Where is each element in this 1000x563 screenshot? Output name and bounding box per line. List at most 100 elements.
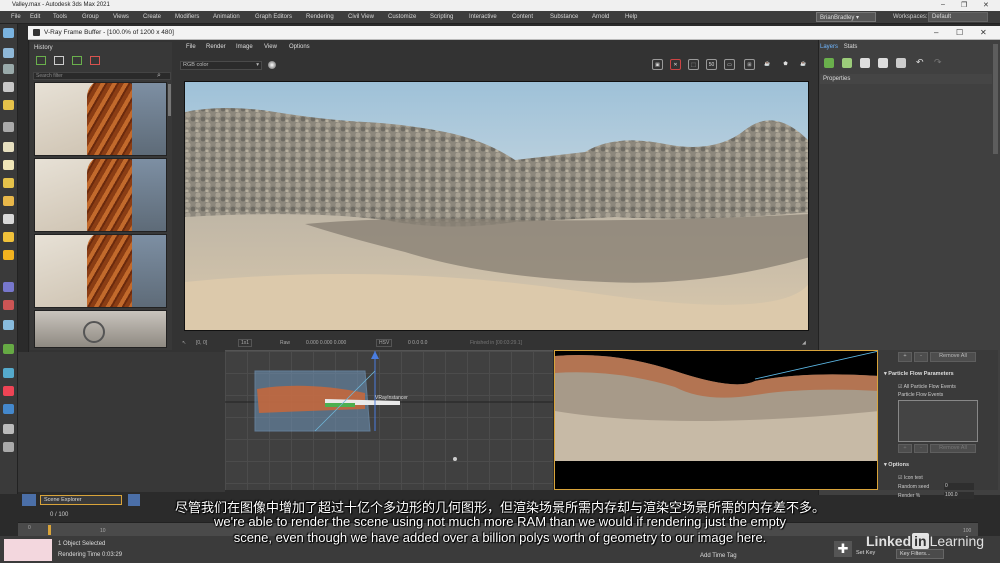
viewport-perspective[interactable]: [554, 350, 878, 490]
vfb-close-icon[interactable]: ✕: [980, 28, 987, 37]
history-search-input[interactable]: Search filter: [33, 72, 171, 80]
menu-interactive[interactable]: Interactive: [469, 14, 497, 20]
compare-icon[interactable]: 50: [706, 59, 717, 70]
color-mode-dropdown[interactable]: HSV: [376, 339, 393, 347]
menu-file[interactable]: File: [11, 14, 21, 20]
icon-text-checkbox[interactable]: ☑ Icon text: [898, 475, 923, 481]
menu-arnold[interactable]: Arnold: [592, 14, 609, 20]
menu-rendering[interactable]: Rendering: [306, 14, 334, 20]
viewport-top[interactable]: VRayInstancer: [225, 350, 553, 490]
box-icon[interactable]: [3, 142, 14, 152]
menu-civil-view[interactable]: Civil View: [348, 14, 374, 20]
command-panel-scrollbar[interactable]: [993, 44, 998, 154]
history-thumbnail[interactable]: [34, 82, 167, 156]
sphere-icon[interactable]: [3, 160, 14, 170]
plant-icon[interactable]: [3, 344, 14, 354]
all-pf-events-checkbox[interactable]: ☑ All Particle Flow Events: [898, 384, 956, 390]
undo-icon[interactable]: ↶: [916, 57, 924, 68]
color-corrections-icon[interactable]: [268, 61, 276, 69]
select-icon[interactable]: [3, 48, 14, 58]
light-icon[interactable]: [3, 100, 14, 110]
maximize-icon[interactable]: ❐: [961, 1, 967, 9]
menu-tools[interactable]: Tools: [53, 14, 67, 20]
color-icon[interactable]: [3, 386, 14, 396]
menu-edit[interactable]: Edit: [30, 14, 40, 20]
helper-icon[interactable]: [3, 300, 14, 310]
space-warp-icon[interactable]: [3, 320, 14, 330]
history-scrollbar[interactable]: [168, 84, 171, 116]
unlink-icon[interactable]: [3, 82, 14, 92]
search-icon[interactable]: ⌕: [157, 72, 161, 80]
cylinder-icon[interactable]: [3, 178, 14, 188]
zoom-dropdown[interactable]: 1x1: [238, 339, 253, 347]
menu-substance[interactable]: Substance: [550, 14, 578, 20]
history-thumbnail[interactable]: [34, 158, 167, 232]
interactive-render-icon[interactable]: ☕: [798, 59, 809, 70]
history-save-icon[interactable]: [36, 56, 46, 65]
torus-icon[interactable]: [3, 196, 14, 206]
vfb-maximize-icon[interactable]: ☐: [956, 28, 963, 37]
menu-group[interactable]: Group: [82, 14, 99, 20]
vfb-menu-view[interactable]: View: [264, 44, 277, 50]
scene-icon[interactable]: [3, 404, 14, 414]
redo-icon[interactable]: ↷: [934, 57, 942, 68]
channel-dropdown[interactable]: RGB color ▾: [180, 61, 262, 70]
list-add-button[interactable]: +: [898, 444, 912, 453]
tab-stats[interactable]: Stats: [844, 44, 858, 50]
layer-stack-icon[interactable]: [860, 58, 870, 68]
particle-icon[interactable]: [3, 282, 14, 292]
track-mouse-icon[interactable]: ⊞: [744, 59, 755, 70]
layer-icon[interactable]: [3, 424, 14, 434]
pf-events-list[interactable]: [898, 400, 978, 442]
minimize-icon[interactable]: –: [941, 1, 945, 8]
layer-add-icon[interactable]: [824, 58, 834, 68]
stop-icon[interactable]: ⬟: [780, 59, 791, 70]
key-filters-button[interactable]: Key Filters...: [896, 549, 944, 559]
undo-icon[interactable]: [3, 28, 14, 38]
render-icon[interactable]: ☕: [762, 59, 773, 70]
set-key-button[interactable]: Set Key: [856, 550, 875, 556]
layer-edit-icon[interactable]: [842, 58, 852, 68]
vfb-menu-file[interactable]: File: [186, 44, 196, 50]
resize-grip-icon[interactable]: ◢: [802, 340, 806, 346]
layer-copy-icon[interactable]: [878, 58, 888, 68]
menu-scripting[interactable]: Scripting: [430, 14, 453, 20]
menu-modifiers[interactable]: Modifiers: [175, 14, 199, 20]
list-remove-all-button[interactable]: Remove All: [930, 444, 976, 453]
save-icon[interactable]: ▣: [652, 59, 663, 70]
history-delete-icon[interactable]: [90, 56, 100, 65]
geosphere-icon[interactable]: [3, 250, 14, 260]
random-seed-field[interactable]: 0: [944, 483, 974, 490]
add-time-tag[interactable]: Add Time Tag: [700, 553, 737, 559]
material-icon[interactable]: [3, 442, 14, 452]
vfb-minimize-icon[interactable]: –: [934, 28, 938, 37]
globe-icon[interactable]: [3, 368, 14, 378]
menu-views[interactable]: Views: [113, 14, 129, 20]
link-icon[interactable]: [3, 64, 14, 74]
add-button[interactable]: +: [898, 352, 912, 362]
history-load-icon[interactable]: [72, 56, 82, 65]
layer-list-icon[interactable]: [896, 58, 906, 68]
viewport-empty[interactable]: [18, 352, 225, 492]
sun-icon[interactable]: [3, 232, 14, 242]
vfb-menu-image[interactable]: Image: [236, 44, 253, 50]
history-ab-icon[interactable]: [54, 56, 64, 65]
menu-animation[interactable]: Animation: [213, 14, 240, 20]
move-icon[interactable]: [3, 122, 14, 132]
vfb-menu-render[interactable]: Render: [206, 44, 226, 50]
history-thumbnail[interactable]: [34, 310, 167, 348]
menu-graph-editors[interactable]: Graph Editors: [255, 14, 292, 20]
render-image[interactable]: [184, 81, 809, 331]
ab-icon[interactable]: ▭: [724, 59, 735, 70]
region-render-icon[interactable]: ⬚: [688, 59, 699, 70]
list-remove-button[interactable]: -: [914, 444, 928, 453]
remove-button[interactable]: -: [914, 352, 928, 362]
menu-content[interactable]: Content: [512, 14, 533, 20]
tab-layers[interactable]: Layers: [820, 44, 838, 50]
clear-icon[interactable]: ✕: [670, 59, 681, 70]
menu-customize[interactable]: Customize: [388, 14, 416, 20]
vfb-menu-options[interactable]: Options: [289, 44, 310, 50]
user-account-dropdown[interactable]: BrianBradley ▾: [816, 12, 876, 22]
menu-help[interactable]: Help: [625, 14, 637, 20]
history-thumbnail[interactable]: [34, 234, 167, 308]
